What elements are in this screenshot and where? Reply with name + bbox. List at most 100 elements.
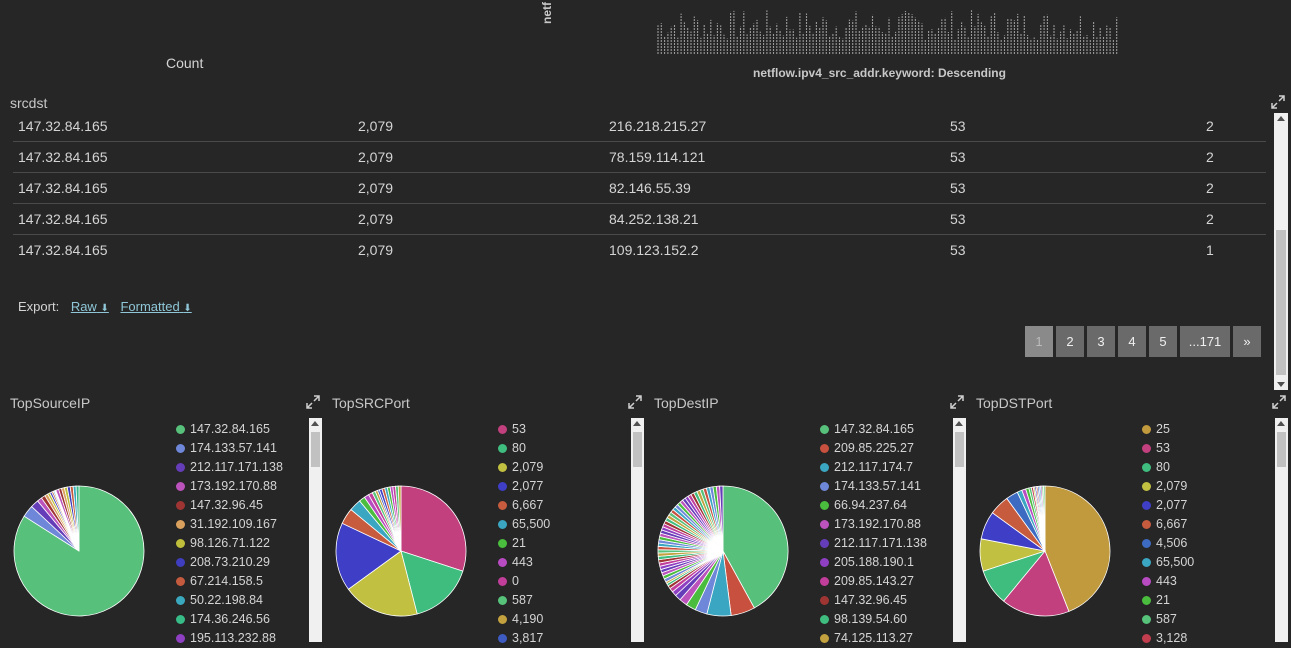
legend-item[interactable]: 195.113.232.88	[176, 629, 283, 648]
page-button[interactable]: 2	[1056, 326, 1084, 357]
legend-color-dot	[1142, 425, 1151, 434]
legend-item[interactable]: 98.126.71.122	[176, 534, 283, 553]
legend-item[interactable]: 2,077	[1142, 496, 1194, 515]
legend-item[interactable]: 21	[1142, 591, 1194, 610]
legend-item[interactable]: 205.188.190.1	[820, 553, 927, 572]
export-raw-link[interactable]: Raw ⬇	[71, 299, 109, 314]
pie-legend: 147.32.84.165 209.85.225.27 212.117.174.7 1…	[820, 420, 927, 648]
expand-icon[interactable]	[306, 395, 320, 409]
legend-item[interactable]: 50.22.198.84	[176, 591, 283, 610]
legend-item[interactable]: 174.133.57.141	[176, 439, 283, 458]
page-button[interactable]: 1	[1025, 326, 1053, 357]
legend-color-dot	[1142, 615, 1151, 624]
legend-item[interactable]: 4,506	[1142, 534, 1194, 553]
legend-item[interactable]: 174.133.57.141	[820, 477, 927, 496]
legend-item[interactable]: 173.192.170.88	[820, 515, 927, 534]
scroll-up-arrow-icon[interactable]	[311, 421, 319, 426]
legend-scrollbar[interactable]	[1275, 418, 1288, 642]
legend-item[interactable]: 2,079	[498, 458, 550, 477]
legend-item[interactable]: 80	[498, 439, 550, 458]
table-row: 147.32.84.165 2,079 216.218.215.27 53 2	[13, 111, 1266, 142]
legend-item[interactable]: 147.32.96.45	[820, 591, 927, 610]
legend-color-dot	[176, 615, 185, 624]
legend-item[interactable]: 173.192.170.88	[176, 477, 283, 496]
legend-item[interactable]: 587	[498, 591, 550, 610]
page-button[interactable]: ...171	[1180, 326, 1230, 357]
next-page-button[interactable]: »	[1233, 326, 1261, 357]
legend-item[interactable]: 147.32.84.165	[176, 420, 283, 439]
expand-icon[interactable]	[628, 395, 642, 409]
page-button[interactable]: 5	[1149, 326, 1177, 357]
table-scrollbar[interactable]	[1274, 113, 1288, 390]
table-cell-src: 147.32.84.165	[13, 111, 353, 142]
legend-item[interactable]: 212.117.171.138	[176, 458, 283, 477]
page-button[interactable]: 4	[1118, 326, 1146, 357]
expand-icon[interactable]	[1271, 95, 1285, 109]
scroll-up-arrow-icon[interactable]	[1277, 116, 1285, 121]
legend-item[interactable]: 212.117.174.7	[820, 458, 927, 477]
legend-label: 2,077	[512, 479, 544, 493]
scrollbar-thumb[interactable]	[1276, 230, 1286, 375]
export-formatted-link[interactable]: Formatted ⬇	[120, 299, 191, 314]
table-cell-sport: 2,079	[353, 203, 604, 235]
scrollbar-thumb[interactable]	[311, 432, 320, 467]
legend-item[interactable]: 65,500	[498, 515, 550, 534]
legend-item[interactable]: 2,077	[498, 477, 550, 496]
pie-chart-topsourceip[interactable]	[13, 485, 145, 617]
legend-label: 208.73.210.29	[190, 555, 270, 569]
legend-scrollbar[interactable]	[309, 418, 322, 642]
legend-item[interactable]: 4,190	[498, 610, 550, 629]
legend-item[interactable]: 98.139.54.60	[820, 610, 927, 629]
legend-item[interactable]: 212.117.171.138	[820, 534, 927, 553]
legend-label: 212.117.171.138	[834, 536, 927, 550]
table-cell-dport: 53	[945, 141, 1201, 173]
scrollbar-thumb[interactable]	[955, 432, 964, 467]
scroll-up-arrow-icon[interactable]	[633, 421, 641, 426]
legend-label: 174.36.246.56	[190, 612, 270, 626]
legend-item[interactable]: 65,500	[1142, 553, 1194, 572]
scroll-up-arrow-icon[interactable]	[1277, 421, 1285, 426]
scroll-up-arrow-icon[interactable]	[955, 421, 963, 426]
legend-item[interactable]: 2,079	[1142, 477, 1194, 496]
legend-item[interactable]: 174.36.246.56	[176, 610, 283, 629]
scroll-down-arrow-icon[interactable]	[1277, 382, 1285, 387]
legend-item[interactable]: 53	[498, 420, 550, 439]
legend-item[interactable]: 74.125.113.27	[820, 629, 927, 648]
legend-scrollbar[interactable]	[631, 418, 644, 642]
legend-color-dot	[820, 596, 829, 605]
legend-item[interactable]: 25	[1142, 420, 1194, 439]
legend-item[interactable]: 66.94.237.64	[820, 496, 927, 515]
pie-chart-topsrcport[interactable]	[335, 485, 467, 617]
scrollbar-thumb[interactable]	[633, 432, 642, 467]
legend-item[interactable]: 6,667	[498, 496, 550, 515]
legend-item[interactable]: 209.85.143.27	[820, 572, 927, 591]
legend-label: 3,128	[1156, 631, 1188, 645]
pie-chart-topdestip[interactable]	[657, 485, 789, 617]
page-button[interactable]: 3	[1087, 326, 1115, 357]
legend-item[interactable]: 0	[498, 572, 550, 591]
legend-item[interactable]: 443	[498, 553, 550, 572]
legend-item[interactable]: 80	[1142, 458, 1194, 477]
legend-item[interactable]: 21	[498, 534, 550, 553]
legend-item[interactable]: 6,667	[1142, 515, 1194, 534]
legend-item[interactable]: 208.73.210.29	[176, 553, 283, 572]
legend-item[interactable]: 147.32.84.165	[820, 420, 927, 439]
scrollbar-thumb[interactable]	[1277, 432, 1286, 467]
legend-scrollbar[interactable]	[953, 418, 966, 642]
legend-label: 80	[512, 441, 526, 455]
expand-icon[interactable]	[1272, 395, 1286, 409]
panel-title-topsrcport: TopSRCPort	[332, 395, 410, 411]
legend-item[interactable]: 3,817	[498, 629, 550, 648]
legend-color-dot	[498, 577, 507, 586]
legend-item[interactable]: 209.85.225.27	[820, 439, 927, 458]
legend-item[interactable]: 587	[1142, 610, 1194, 629]
legend-item[interactable]: 3,128	[1142, 629, 1194, 648]
legend-color-dot	[820, 444, 829, 453]
legend-item[interactable]: 147.32.96.45	[176, 496, 283, 515]
legend-item[interactable]: 443	[1142, 572, 1194, 591]
legend-item[interactable]: 53	[1142, 439, 1194, 458]
pie-chart-topdstport[interactable]	[979, 485, 1111, 617]
legend-item[interactable]: 31.192.109.167	[176, 515, 283, 534]
legend-item[interactable]: 67.214.158.5	[176, 572, 283, 591]
expand-icon[interactable]	[950, 395, 964, 409]
